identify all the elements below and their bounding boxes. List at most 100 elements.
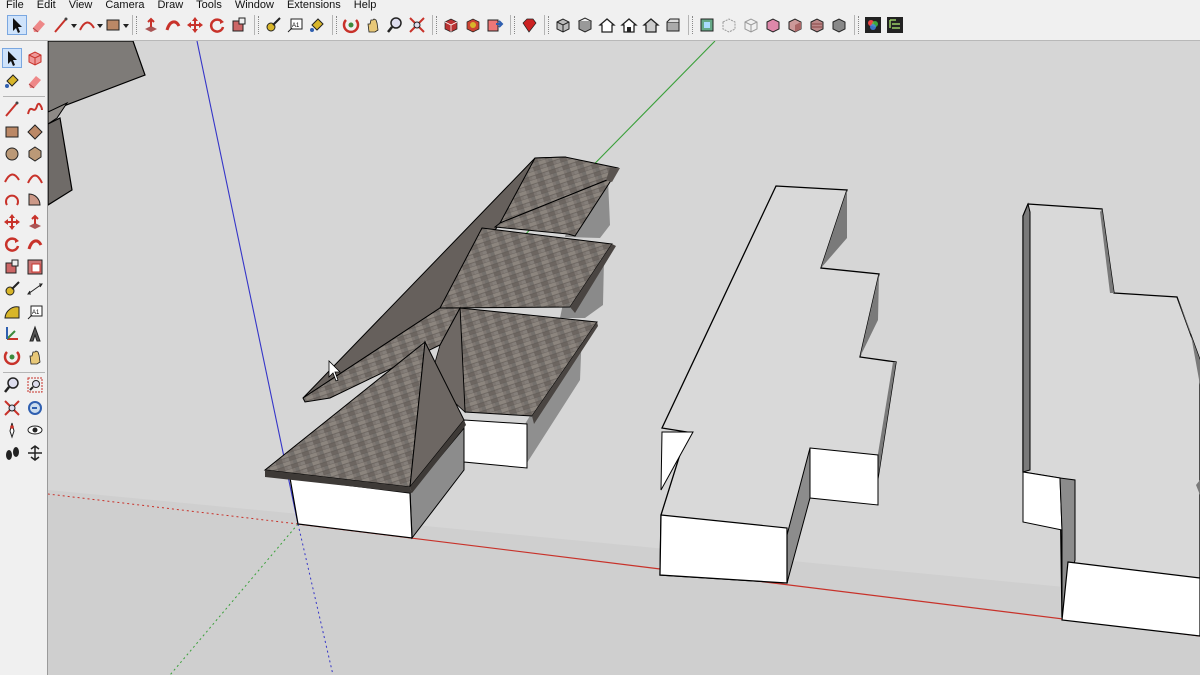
toolbar-grip[interactable] [436,16,439,34]
paint-bucket-icon [310,18,324,32]
toolbar-grip[interactable] [514,16,517,34]
left-toolbar-circle-icon[interactable] [3,145,21,163]
toolbar-pan-icon[interactable] [364,16,382,34]
left-toolbar-freehand-icon[interactable] [26,100,44,118]
left-toolbar-3d-text-icon[interactable] [26,325,44,343]
rotate-icon [4,237,20,252]
toolbar-grip[interactable] [336,16,339,34]
move-icon [4,213,20,230]
left-toolbar-protractor-icon[interactable] [3,303,21,321]
toolbar-zoom-extents-icon[interactable] [408,16,426,34]
left-toolbar-previous-view-icon[interactable] [26,399,44,417]
toolbar-wireframe-style-icon[interactable] [742,16,760,34]
menu-file[interactable]: File [6,0,24,11]
svg-text:A1: A1 [32,310,40,316]
toolbar-send-to-layout-icon[interactable] [486,16,504,34]
left-toolbar-rotated-rectangle-icon[interactable] [26,123,44,141]
toolbar-line-icon[interactable] [52,16,70,34]
left-toolbar-dimension-icon[interactable] [26,280,44,298]
toolbar-paint-bucket-icon[interactable] [308,16,326,34]
toolbar-select-icon[interactable] [7,15,27,35]
toolbar-eraser-icon[interactable] [30,16,48,34]
model-viewport[interactable] [48,41,1200,675]
toolbar-extension-warehouse-icon[interactable] [464,16,482,34]
toolbar-front-view-icon[interactable] [598,16,616,34]
menu-draw[interactable]: Draw [157,0,183,11]
left-toolbar-select-icon[interactable] [2,48,22,68]
menu-help[interactable]: Help [354,0,377,11]
toolbar-xray-style-icon[interactable] [698,16,716,34]
toolbar-default-tray-icon[interactable] [864,16,882,34]
left-toolbar-tape-measure-icon[interactable] [3,280,21,298]
toolbar-monochrome-style-icon[interactable] [830,16,848,34]
toolbar-move-icon[interactable] [186,16,204,34]
left-toolbar-walk-icon[interactable] [3,444,21,462]
left-toolbar-zoom-icon[interactable] [3,376,21,394]
toolbar-grip[interactable] [858,16,861,34]
left-toolbar-polygon-icon[interactable] [26,145,44,163]
left-toolbar-arc-icon[interactable] [3,168,21,186]
left-toolbar-push-pull-icon[interactable] [26,213,44,231]
toolbar-back-edges-style-icon[interactable] [720,16,738,34]
left-toolbar-line-icon[interactable] [3,100,21,118]
left-toolbar-follow-me-icon[interactable] [26,235,44,253]
toolbar-grip[interactable] [136,16,139,34]
toolbar-grip[interactable] [692,16,695,34]
left-toolbar-text-icon[interactable]: A1 [26,303,44,321]
chevron-down-icon[interactable] [123,16,129,34]
toolbar-scale-icon[interactable] [230,16,248,34]
toolbar-zoom-icon[interactable] [386,16,404,34]
toolbar-text-icon[interactable]: A1 [286,16,304,34]
toolbar-shaded-style-icon[interactable] [786,16,804,34]
left-toolbar-make-component-icon[interactable] [26,49,44,67]
toolbar-shaded-textures-style-icon[interactable] [808,16,826,34]
chevron-down-icon[interactable] [71,16,77,34]
left-toolbar-axes-icon[interactable] [3,325,21,343]
chevron-down-icon[interactable] [97,16,103,34]
toolbar-grip[interactable] [258,16,261,34]
toolbar-arc-icon[interactable] [78,16,96,34]
toolbar-rectangle-icon[interactable] [104,16,122,34]
toolbar-iso-view-icon[interactable] [554,16,572,34]
toolbar-orbit-icon[interactable] [342,16,360,34]
left-toolbar-zoom-window-icon[interactable] [26,376,44,394]
left-toolbar-paint-bucket-icon[interactable] [3,72,21,90]
left-toolbar-pan-icon[interactable] [26,348,44,366]
toolbar-left-view-icon[interactable] [664,16,682,34]
left-toolbar-pie-icon[interactable] [26,190,44,208]
toolbar-back-view-icon[interactable] [642,16,660,34]
left-toolbar-rotate-icon[interactable] [3,235,21,253]
toolbar-top-view-icon[interactable] [576,16,594,34]
left-toolbar-zoom-extents-icon[interactable] [3,399,21,417]
toolbar-ruby-extension-icon[interactable] [520,16,538,34]
follow-me-icon [27,239,43,250]
toolbar-tape-measure-icon[interactable] [264,16,282,34]
menu-tools[interactable]: Tools [196,0,222,11]
left-toolbar-eraser-icon[interactable] [26,72,44,90]
toolbar-hidden-line-style-icon[interactable] [764,16,782,34]
left-toolbar-two-point-arc-icon[interactable] [26,168,44,186]
menu-camera[interactable]: Camera [105,0,144,11]
toolbar-follow-me-icon[interactable] [164,16,182,34]
left-toolbar-scale-icon[interactable] [3,258,21,276]
toolbar-3d-warehouse-icon[interactable] [442,16,460,34]
left-toolbar-section-plane-icon[interactable] [26,444,44,462]
push-pull-icon [29,214,41,229]
left-toolbar-move-icon[interactable] [3,213,21,231]
menu-extensions[interactable]: Extensions [287,0,341,11]
left-toolbar-look-around-icon[interactable] [26,421,44,439]
left-toolbar-position-camera-icon[interactable] [3,421,21,439]
menu-window[interactable]: Window [235,0,274,11]
menu-edit[interactable]: Edit [37,0,56,11]
left-toolbar-rectangle-icon[interactable] [3,123,21,141]
left-toolbar-three-point-arc-icon[interactable] [3,190,21,208]
toolbar-outliner-icon[interactable] [886,16,904,34]
toolbar-rotate-icon[interactable] [208,16,226,34]
toolbar-push-pull-icon[interactable] [142,16,160,34]
toolbar-right-view-icon[interactable] [620,16,638,34]
toolbar-grip[interactable] [548,16,551,34]
left-toolbar-offset-icon[interactable] [26,258,44,276]
left-toolbar-orbit-icon[interactable] [3,348,21,366]
menu-view[interactable]: View [69,0,93,11]
offset-icon [27,259,43,274]
